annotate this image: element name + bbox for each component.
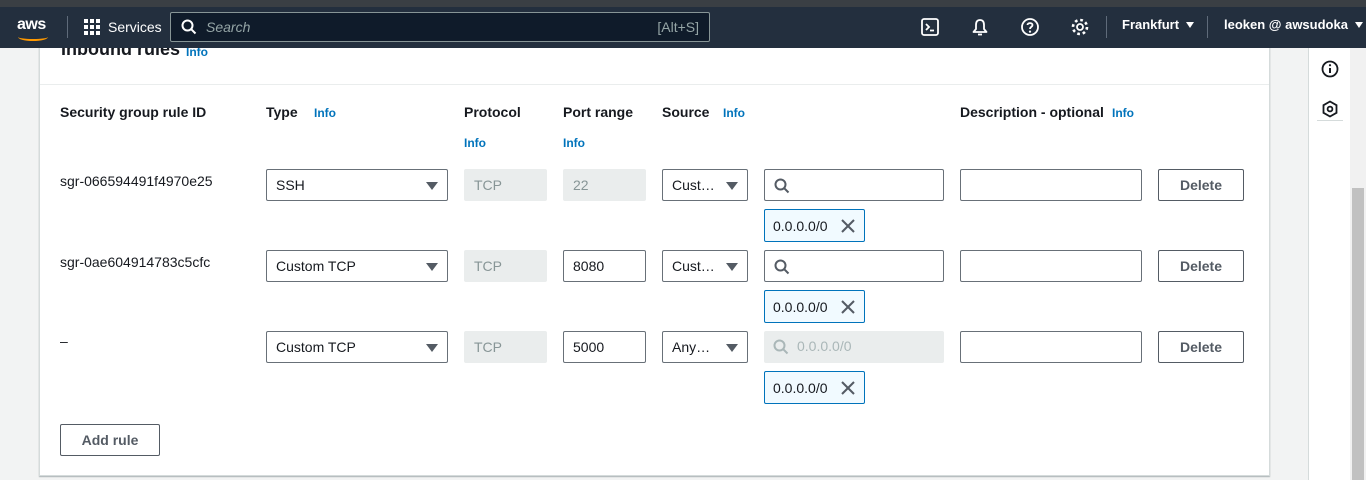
region-selector[interactable]: Frankfurt bbox=[1122, 17, 1195, 32]
hexagon-icon[interactable] bbox=[1321, 100, 1339, 118]
search-icon bbox=[773, 339, 789, 355]
search-placeholder: Search bbox=[206, 19, 251, 35]
account-label: leoken @ awsudoka bbox=[1224, 17, 1348, 32]
column-header-protocol: Protocol bbox=[464, 104, 521, 120]
cidr-token: 0.0.0.0/0 bbox=[764, 371, 865, 404]
scrollbar-thumb[interactable] bbox=[1352, 188, 1364, 480]
protocol-info-link[interactable]: Info bbox=[464, 136, 486, 150]
column-header-port-range: Port range bbox=[563, 104, 634, 120]
account-menu[interactable]: leoken @ awsudoka bbox=[1224, 17, 1363, 32]
cidr-search-input[interactable] bbox=[764, 169, 944, 201]
caret-down-icon bbox=[1186, 21, 1195, 28]
cidr-search-input: 0.0.0.0/0 bbox=[764, 331, 944, 363]
search-shortcut: [Alt+S] bbox=[657, 19, 699, 35]
column-header-rule-id: Security group rule ID bbox=[60, 104, 207, 120]
caret-down-icon bbox=[726, 344, 738, 352]
top-navigation-overlay: aws Services Search [Alt+S] Frankfurt le… bbox=[0, 0, 1366, 48]
region-label: Frankfurt bbox=[1122, 17, 1180, 32]
source-select[interactable]: Any… bbox=[662, 331, 748, 363]
column-header-source: Source bbox=[662, 104, 710, 120]
add-rule-button[interactable]: Add rule bbox=[60, 424, 160, 456]
search-icon bbox=[181, 19, 197, 35]
delete-button[interactable]: Delete bbox=[1158, 331, 1244, 363]
cidr-token: 0.0.0.0/0 bbox=[764, 290, 865, 323]
search-icon bbox=[774, 259, 790, 275]
close-icon[interactable] bbox=[840, 218, 856, 234]
close-icon[interactable] bbox=[840, 380, 856, 396]
type-select[interactable]: SSH bbox=[266, 169, 448, 201]
search-input[interactable]: Search [Alt+S] bbox=[170, 12, 710, 42]
cloudshell-icon[interactable] bbox=[920, 17, 940, 37]
services-menu[interactable]: Services bbox=[84, 16, 162, 38]
tools-side-panel bbox=[1308, 48, 1350, 480]
page-scrollbar[interactable] bbox=[1350, 48, 1366, 480]
caret-down-icon bbox=[726, 263, 738, 271]
protocol-field: TCP bbox=[464, 169, 547, 201]
rule-id: sgr-0ae604914783c5cfc bbox=[60, 254, 211, 270]
source-select[interactable]: Cust… bbox=[662, 169, 748, 201]
source-select[interactable]: Cust… bbox=[662, 250, 748, 282]
rule-id: – bbox=[60, 333, 68, 349]
grid-icon bbox=[84, 19, 100, 35]
description-input[interactable] bbox=[960, 169, 1142, 201]
port-info-link[interactable]: Info bbox=[563, 136, 585, 150]
services-label: Services bbox=[108, 19, 162, 35]
type-info-link[interactable]: Info bbox=[314, 106, 336, 120]
inbound-rules-panel: Inbound rules Info Security group rule I… bbox=[39, 30, 1270, 476]
info-circle-icon[interactable] bbox=[1321, 60, 1339, 78]
port-range-input[interactable]: 5000 bbox=[563, 331, 646, 363]
notifications-bell-icon[interactable] bbox=[970, 17, 990, 37]
rule-id: sgr-066594491f4970e25 bbox=[60, 173, 213, 189]
type-select[interactable]: Custom TCP bbox=[266, 331, 448, 363]
caret-down-icon bbox=[426, 182, 438, 190]
delete-button[interactable]: Delete bbox=[1158, 169, 1244, 201]
port-range-field: 22 bbox=[563, 169, 646, 201]
search-icon bbox=[774, 178, 790, 194]
caret-down-icon bbox=[1354, 21, 1363, 28]
caret-down-icon bbox=[726, 182, 738, 190]
caret-down-icon bbox=[426, 344, 438, 352]
description-info-link[interactable]: Info bbox=[1112, 106, 1134, 120]
protocol-field: TCP bbox=[464, 250, 547, 282]
column-header-type: Type bbox=[266, 104, 298, 120]
delete-button[interactable]: Delete bbox=[1158, 250, 1244, 282]
close-icon[interactable] bbox=[840, 299, 856, 315]
settings-gear-icon[interactable] bbox=[1070, 17, 1090, 37]
aws-logo[interactable]: aws bbox=[17, 16, 51, 44]
column-header-description: Description - optional bbox=[960, 104, 1104, 120]
port-range-input[interactable]: 8080 bbox=[563, 250, 646, 282]
caret-down-icon bbox=[426, 263, 438, 271]
cidr-token: 0.0.0.0/0 bbox=[764, 209, 865, 242]
protocol-field: TCP bbox=[464, 331, 547, 363]
type-select[interactable]: Custom TCP bbox=[266, 250, 448, 282]
description-input[interactable] bbox=[960, 250, 1142, 282]
cidr-search-input[interactable] bbox=[764, 250, 944, 282]
help-icon[interactable] bbox=[1020, 17, 1040, 37]
description-input[interactable] bbox=[960, 331, 1142, 363]
source-info-link[interactable]: Info bbox=[723, 106, 745, 120]
